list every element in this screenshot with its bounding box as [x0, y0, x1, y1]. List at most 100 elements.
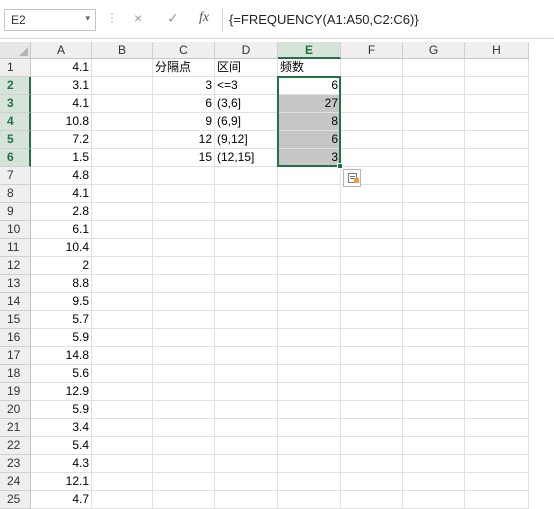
- cell-c12[interactable]: [153, 257, 215, 275]
- cell-g21[interactable]: [403, 419, 465, 437]
- cell-a12[interactable]: 2: [31, 257, 92, 275]
- cell-a1[interactable]: 4.1: [31, 59, 92, 77]
- cell-d8[interactable]: [215, 185, 278, 203]
- cell-b16[interactable]: [92, 329, 153, 347]
- cell-f21[interactable]: [341, 419, 403, 437]
- cell-e19[interactable]: [278, 383, 341, 401]
- cell-b14[interactable]: [92, 293, 153, 311]
- cell-c4[interactable]: 9: [153, 113, 215, 131]
- cell-e15[interactable]: [278, 311, 341, 329]
- cell-f25[interactable]: [341, 491, 403, 509]
- row-header-12[interactable]: 12: [0, 257, 31, 275]
- cell-b17[interactable]: [92, 347, 153, 365]
- cell-e11[interactable]: [278, 239, 341, 257]
- cell-f8[interactable]: [341, 185, 403, 203]
- cell-e20[interactable]: [278, 401, 341, 419]
- cell-g13[interactable]: [403, 275, 465, 293]
- cell-c17[interactable]: [153, 347, 215, 365]
- cell-e3[interactable]: 27: [278, 95, 341, 113]
- cell-b4[interactable]: [92, 113, 153, 131]
- cell-f15[interactable]: [341, 311, 403, 329]
- row-header-5[interactable]: 5: [0, 131, 31, 149]
- cell-h23[interactable]: [465, 455, 529, 473]
- cell-c2[interactable]: 3: [153, 77, 215, 95]
- cell-d17[interactable]: [215, 347, 278, 365]
- cell-a13[interactable]: 8.8: [31, 275, 92, 293]
- row-header-3[interactable]: 3: [0, 95, 31, 113]
- cell-d25[interactable]: [215, 491, 278, 509]
- cell-h19[interactable]: [465, 383, 529, 401]
- cell-d6[interactable]: (12,15]: [215, 149, 278, 167]
- cell-d11[interactable]: [215, 239, 278, 257]
- cell-d9[interactable]: [215, 203, 278, 221]
- cell-a6[interactable]: 1.5: [31, 149, 92, 167]
- name-box-dropdown-icon[interactable]: ▾: [85, 13, 90, 24]
- row-header-25[interactable]: 25: [0, 491, 31, 509]
- cell-e2[interactable]: 6: [278, 77, 341, 95]
- cell-f20[interactable]: [341, 401, 403, 419]
- cell-e16[interactable]: [278, 329, 341, 347]
- cell-d18[interactable]: [215, 365, 278, 383]
- cell-b19[interactable]: [92, 383, 153, 401]
- cell-c7[interactable]: [153, 167, 215, 185]
- cell-e6[interactable]: 3: [278, 149, 341, 167]
- cell-d7[interactable]: [215, 167, 278, 185]
- cell-f17[interactable]: [341, 347, 403, 365]
- cell-d23[interactable]: [215, 455, 278, 473]
- cell-a8[interactable]: 4.1: [31, 185, 92, 203]
- cell-d16[interactable]: [215, 329, 278, 347]
- row-header-20[interactable]: 20: [0, 401, 31, 419]
- cell-h10[interactable]: [465, 221, 529, 239]
- cell-f6[interactable]: [341, 149, 403, 167]
- cell-g14[interactable]: [403, 293, 465, 311]
- confirm-icon[interactable]: ✓: [167, 10, 179, 27]
- cell-g12[interactable]: [403, 257, 465, 275]
- cell-e1[interactable]: 频数: [278, 59, 341, 77]
- cell-b24[interactable]: [92, 473, 153, 491]
- cell-g1[interactable]: [403, 59, 465, 77]
- cell-f5[interactable]: [341, 131, 403, 149]
- cell-h5[interactable]: [465, 131, 529, 149]
- cell-a9[interactable]: 2.8: [31, 203, 92, 221]
- cell-h6[interactable]: [465, 149, 529, 167]
- cell-c9[interactable]: [153, 203, 215, 221]
- cell-d24[interactable]: [215, 473, 278, 491]
- cell-b7[interactable]: [92, 167, 153, 185]
- cell-c6[interactable]: 15: [153, 149, 215, 167]
- cell-e18[interactable]: [278, 365, 341, 383]
- cell-e7[interactable]: [278, 167, 341, 185]
- formula-bar-grip-icon[interactable]: ⋮: [106, 11, 118, 25]
- cell-b9[interactable]: [92, 203, 153, 221]
- column-header-d[interactable]: D: [215, 42, 278, 59]
- cell-f1[interactable]: [341, 59, 403, 77]
- cell-c15[interactable]: [153, 311, 215, 329]
- cell-a25[interactable]: 4.7: [31, 491, 92, 509]
- cell-e24[interactable]: [278, 473, 341, 491]
- row-header-14[interactable]: 14: [0, 293, 31, 311]
- cell-b23[interactable]: [92, 455, 153, 473]
- cell-f18[interactable]: [341, 365, 403, 383]
- cell-c19[interactable]: [153, 383, 215, 401]
- cell-e17[interactable]: [278, 347, 341, 365]
- cell-e21[interactable]: [278, 419, 341, 437]
- cell-h13[interactable]: [465, 275, 529, 293]
- row-header-19[interactable]: 19: [0, 383, 31, 401]
- cell-g5[interactable]: [403, 131, 465, 149]
- cell-b21[interactable]: [92, 419, 153, 437]
- column-header-a[interactable]: A: [31, 42, 92, 59]
- cell-a19[interactable]: 12.9: [31, 383, 92, 401]
- cell-h12[interactable]: [465, 257, 529, 275]
- cell-b13[interactable]: [92, 275, 153, 293]
- cell-b11[interactable]: [92, 239, 153, 257]
- cell-f2[interactable]: [341, 77, 403, 95]
- cell-h11[interactable]: [465, 239, 529, 257]
- cell-g17[interactable]: [403, 347, 465, 365]
- cell-c11[interactable]: [153, 239, 215, 257]
- cell-g20[interactable]: [403, 401, 465, 419]
- row-header-17[interactable]: 17: [0, 347, 31, 365]
- cell-g24[interactable]: [403, 473, 465, 491]
- cell-g10[interactable]: [403, 221, 465, 239]
- cell-h3[interactable]: [465, 95, 529, 113]
- column-header-f[interactable]: F: [341, 42, 403, 59]
- cell-a18[interactable]: 5.6: [31, 365, 92, 383]
